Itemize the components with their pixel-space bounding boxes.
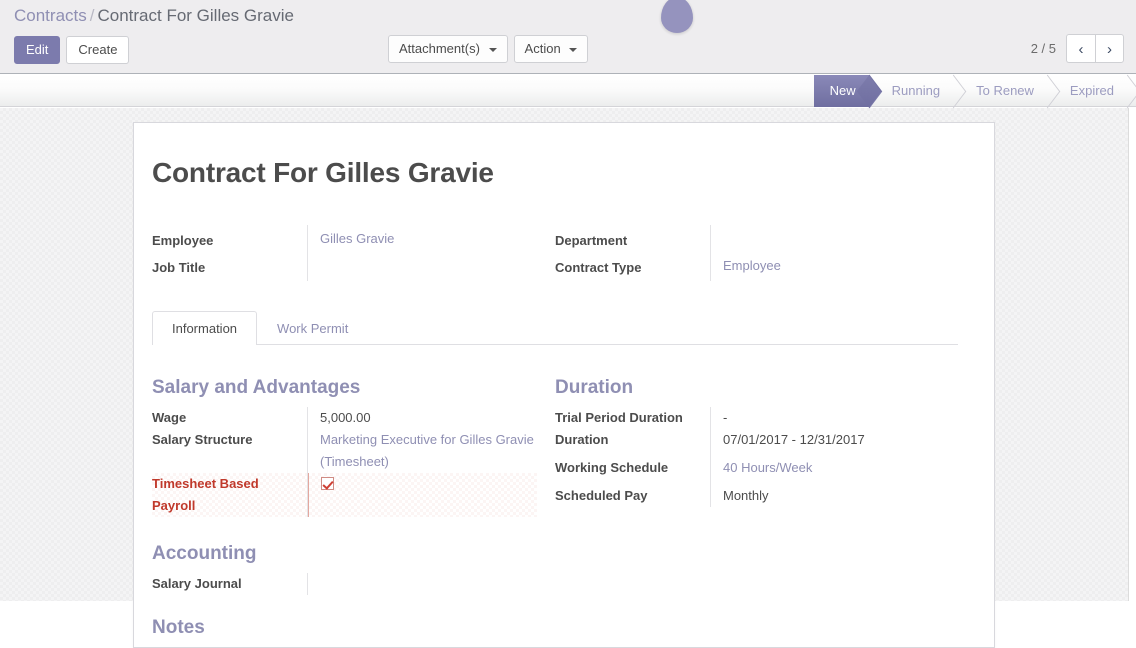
field-value-working-schedule[interactable]: 40 Hours/Week: [723, 457, 940, 479]
field-label-trial-period-duration: Trial Period Duration: [555, 407, 710, 429]
control-panel: Contracts/Contract For Gilles Gravie Edi…: [0, 0, 1136, 74]
row-label-working-schedule: Working Schedule: [555, 457, 710, 479]
row-label-salary-structure: Salary Structure: [152, 429, 307, 473]
field-label-contract-type: Contract Type: [555, 254, 710, 281]
breadcrumb-current: Contract For Gilles Gravie: [97, 6, 294, 25]
group-title-accounting: Accounting: [152, 543, 537, 565]
field-label-wage: Wage: [152, 407, 307, 429]
field-value-contract-type[interactable]: Employee: [723, 252, 958, 279]
accounting-values: [307, 573, 537, 595]
row-label-scheduled-pay: Scheduled Pay: [555, 485, 710, 507]
header-right-labels: Department Contract Type: [555, 225, 710, 281]
field-label-duration: Duration: [555, 429, 710, 451]
accounting-labels: Salary Journal: [152, 573, 307, 595]
sidebar-dropdowns-group: Attachment(s) Action: [388, 35, 588, 63]
header-column-right: Department Contract Type Employee: [555, 225, 958, 281]
tab-information[interactable]: Information: [152, 311, 257, 345]
row-value-salary-journal: [320, 573, 537, 595]
header-column-left: Employee Job Title Gilles Gravie: [152, 225, 555, 281]
timesheet-based-payroll-checkbox[interactable]: [321, 477, 334, 490]
notebook-tabs: InformationWork Permit: [152, 311, 958, 345]
attachments-label: Attachment(s): [399, 41, 480, 56]
group-title-notes: Notes: [152, 617, 537, 639]
chevron-down-icon: [569, 48, 577, 52]
field-value-trial-period-duration[interactable]: -: [723, 407, 940, 429]
group-title-salary: Salary and Advantages: [152, 377, 537, 399]
statusbar-stage-to-renew[interactable]: To Renew: [954, 75, 1048, 107]
row-value-duration: 07/01/2017 - 12/31/2017: [723, 429, 940, 451]
row-label-trial-period-duration: Trial Period Duration: [555, 407, 710, 429]
action-label: Action: [525, 41, 561, 56]
breadcrumb-root-link[interactable]: Contracts: [14, 6, 87, 25]
tab-work-permit[interactable]: Work Permit: [257, 311, 368, 345]
breadcrumb: Contracts/Contract For Gilles Gravie: [14, 5, 294, 27]
cursor-pointer-indicator: [661, 0, 693, 33]
duration-labels: Trial Period Duration Duration Working S…: [555, 407, 710, 507]
create-button[interactable]: Create: [66, 36, 129, 64]
field-label-job-title: Job Title: [152, 254, 307, 281]
content-column-left: Salary and Advantages Wage Salary Struct…: [152, 363, 555, 647]
row-label-salary-journal: Salary Journal: [152, 573, 307, 595]
record-actions-group: Edit Create: [14, 36, 129, 64]
pager-previous-button[interactable]: ‹: [1066, 34, 1095, 63]
field-label-scheduled-pay: Scheduled Pay: [555, 485, 710, 507]
field-label-working-schedule: Working Schedule: [555, 457, 710, 479]
field-value-duration[interactable]: 07/01/2017 - 12/31/2017: [723, 429, 940, 451]
row-value-trial-period-duration: -: [723, 407, 940, 429]
statusbar-stage-new[interactable]: New: [814, 75, 870, 107]
action-dropdown-button[interactable]: Action: [514, 35, 589, 63]
statusbar-strip: NewRunningTo RenewExpired: [0, 75, 1136, 107]
row-value-working-schedule: 40 Hours/Week: [723, 457, 940, 479]
pager-next-button[interactable]: ›: [1095, 34, 1124, 63]
page-title: Contract For Gilles Gravie: [152, 157, 958, 189]
group-title-duration: Duration: [555, 377, 940, 399]
salary-values: 5,000.00 Marketing Executive for Gilles …: [307, 407, 537, 517]
pager: 2 / 5 ‹ ›: [1031, 34, 1124, 63]
pager-count: 2 / 5: [1031, 41, 1056, 56]
field-value-job-title[interactable]: [320, 252, 555, 279]
content-column-right: Duration Trial Period Duration Duration …: [555, 363, 958, 647]
duration-values: - 07/01/2017 - 12/31/2017 40 Hours/Week …: [710, 407, 940, 507]
row-value-wage: 5,000.00: [320, 407, 537, 429]
row-label-wage: Wage: [152, 407, 307, 429]
field-value-scheduled-pay[interactable]: Monthly: [723, 485, 940, 507]
edit-button[interactable]: Edit: [14, 36, 60, 64]
breadcrumb-separator: /: [87, 6, 98, 25]
group-duration: Trial Period Duration Duration Working S…: [555, 407, 940, 507]
row-value-salary-structure: Marketing Executive for Gilles Gravie (T…: [320, 429, 537, 473]
field-value-employee[interactable]: Gilles Gravie: [320, 225, 555, 252]
notebook-page-information: Salary and Advantages Wage Salary Struct…: [152, 345, 958, 647]
row-label-duration: Duration: [555, 429, 710, 451]
field-value-department[interactable]: [723, 225, 958, 252]
row-value-timesheet-based-payroll: [308, 473, 537, 517]
field-label-salary-journal: Salary Journal: [152, 573, 307, 595]
attachments-dropdown-button[interactable]: Attachment(s): [388, 35, 508, 63]
group-salary: Wage Salary Structure Timesheet Based Pa…: [152, 407, 537, 517]
field-value-wage[interactable]: 5,000.00: [320, 407, 537, 429]
row-value-scheduled-pay: Monthly: [723, 485, 940, 507]
contract-statusbar: NewRunningTo RenewExpired: [814, 75, 1128, 107]
field-value-salary-structure[interactable]: Marketing Executive for Gilles Gravie (T…: [320, 429, 537, 473]
chevron-down-icon: [489, 48, 497, 52]
field-label-department: Department: [555, 227, 710, 254]
form-sheet: Contract For Gilles Gravie Employee Job …: [133, 122, 995, 648]
group-accounting: Salary Journal: [152, 573, 537, 595]
header-right-values: Employee: [710, 225, 958, 281]
header-field-grid: Employee Job Title Gilles Gravie Departm…: [152, 225, 958, 281]
salary-labels: Wage Salary Structure Timesheet Based Pa…: [152, 407, 307, 517]
field-label-employee: Employee: [152, 227, 307, 254]
row-label-timesheet-based-payroll: Timesheet Based Payroll: [152, 473, 307, 517]
vertical-scrollbar[interactable]: [1128, 108, 1136, 601]
field-label-salary-structure: Salary Structure: [152, 429, 307, 451]
field-label-timesheet-based-payroll: Timesheet Based Payroll: [152, 473, 301, 517]
header-left-values: Gilles Gravie: [307, 225, 555, 281]
header-left-labels: Employee Job Title: [152, 225, 307, 281]
